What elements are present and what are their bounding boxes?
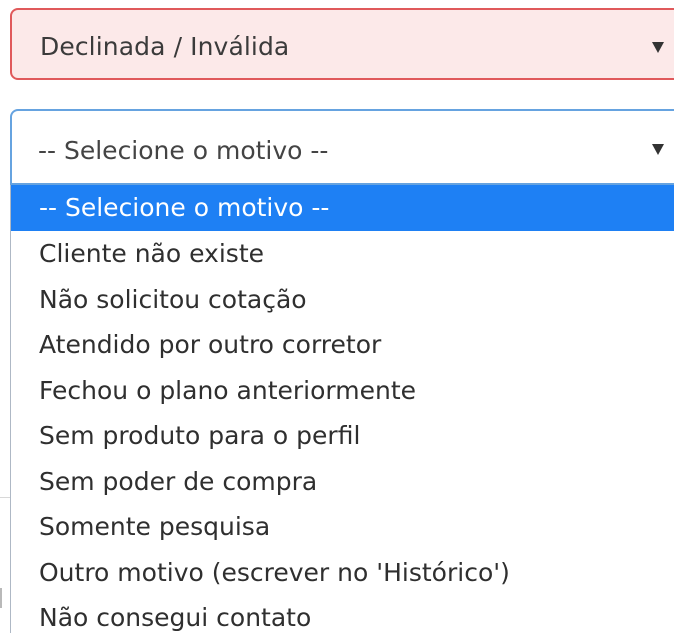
dropdown-option[interactable]: Atendido por outro corretor [11,322,674,368]
dropdown-option[interactable]: Não solicitou cotação [11,277,674,323]
dropdown-option[interactable]: Somente pesquisa [11,504,674,550]
reason-dropdown-list: -- Selecione o motivo -- Cliente não exi… [10,185,674,633]
dropdown-option[interactable]: Sem produto para o perfil [11,413,674,459]
form-area: Declinada / Inválida -- Selecione o moti… [0,0,674,633]
dropdown-option[interactable]: Fechou o plano anteriormente [11,368,674,414]
status-select[interactable]: Declinada / Inválida [10,8,674,80]
dropdown-option[interactable]: Outro motivo (escrever no 'Histórico') [11,550,674,596]
dropdown-option[interactable]: -- Selecione o motivo -- [11,185,674,231]
dropdown-option[interactable]: Não consegui contato [11,595,674,633]
caret-down-icon [652,144,664,155]
dropdown-option[interactable]: Sem poder de compra [11,459,674,505]
background-divider [0,497,10,498]
caret-down-icon [652,42,664,53]
reason-select[interactable]: -- Selecione o motivo -- [10,109,674,185]
dropdown-option[interactable]: Cliente não existe [11,231,674,277]
background-text-fragment [0,588,6,608]
reason-select-value: -- Selecione o motivo -- [38,136,329,165]
status-select-value: Declinada / Inválida [40,32,290,61]
